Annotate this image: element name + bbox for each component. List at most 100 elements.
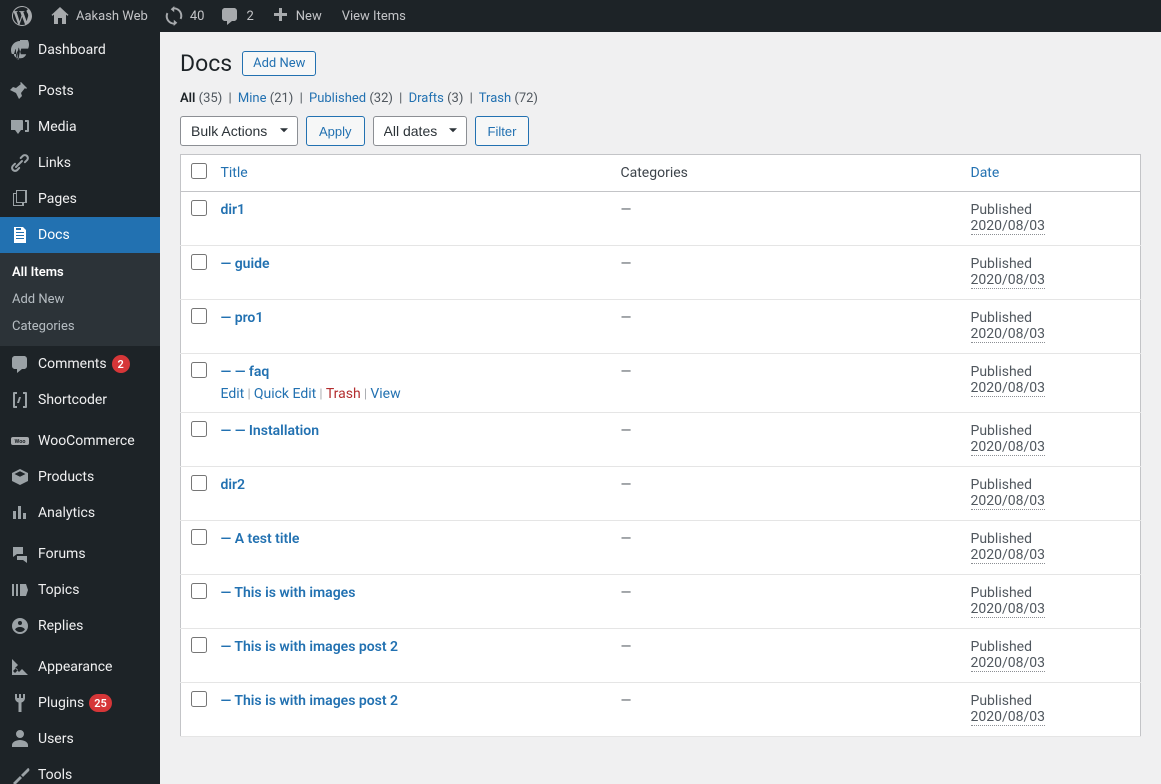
row-checkbox[interactable] bbox=[191, 691, 207, 707]
sidebar-item-replies[interactable]: Replies bbox=[0, 608, 160, 644]
row-categories: — bbox=[611, 521, 961, 575]
home-icon bbox=[50, 6, 70, 26]
row-checkbox[interactable] bbox=[191, 200, 207, 216]
row-title-link[interactable]: — This is with images bbox=[221, 585, 356, 601]
table-row: — A test title—Published2020/08/03 bbox=[181, 521, 1141, 575]
filter-published[interactable]: Published bbox=[309, 91, 366, 106]
quick-edit-link[interactable]: Quick Edit bbox=[254, 386, 316, 402]
filter-drafts[interactable]: Drafts bbox=[409, 91, 444, 106]
sidebar-label: Dashboard bbox=[38, 42, 106, 58]
row-checkbox[interactable] bbox=[191, 529, 207, 545]
row-date: 2020/08/03 bbox=[971, 272, 1046, 289]
edit-link[interactable]: Edit bbox=[221, 386, 245, 402]
view-link[interactable]: View bbox=[370, 386, 400, 402]
submenu-categories[interactable]: Categories bbox=[0, 313, 160, 340]
apply-button[interactable]: Apply bbox=[306, 116, 365, 146]
comments-badge: 2 bbox=[112, 355, 130, 373]
wp-logo[interactable] bbox=[4, 0, 42, 32]
sidebar-item-links[interactable]: Links bbox=[0, 145, 160, 181]
sidebar-item-appearance[interactable]: Appearance bbox=[0, 649, 160, 685]
filter-trash[interactable]: Trash bbox=[479, 91, 511, 106]
column-date[interactable]: Date bbox=[971, 165, 1000, 181]
row-checkbox[interactable] bbox=[191, 362, 207, 378]
filter-all[interactable]: All bbox=[180, 91, 195, 106]
sidebar-item-posts[interactable]: Posts bbox=[0, 73, 160, 109]
view-items[interactable]: View Items bbox=[330, 0, 414, 32]
row-date: 2020/08/03 bbox=[971, 601, 1046, 618]
select-all-checkbox[interactable] bbox=[191, 163, 207, 179]
updates-link[interactable]: 40 bbox=[156, 0, 213, 32]
sidebar-item-pages[interactable]: Pages bbox=[0, 181, 160, 217]
dashboard-icon bbox=[10, 40, 30, 60]
row-checkbox[interactable] bbox=[191, 637, 207, 653]
posts-table: Title Categories Date dir1 — Published 2020… bbox=[180, 154, 1141, 737]
comments-link[interactable]: 2 bbox=[212, 0, 261, 32]
filter-mine[interactable]: Mine bbox=[238, 91, 267, 106]
column-title[interactable]: Title bbox=[221, 165, 248, 181]
docs-icon bbox=[10, 225, 30, 245]
sidebar-label: Forums bbox=[38, 546, 86, 562]
sidebar-item-topics[interactable]: Topics bbox=[0, 572, 160, 608]
row-categories: — bbox=[611, 354, 961, 413]
row-title-link[interactable]: dir2 bbox=[221, 477, 246, 493]
row-title-link[interactable]: — This is with images post 2 bbox=[221, 693, 399, 709]
row-checkbox[interactable] bbox=[191, 421, 207, 437]
sidebar-item-users[interactable]: Users bbox=[0, 721, 160, 757]
row-categories: — bbox=[611, 246, 961, 300]
sidebar-item-plugins[interactable]: Plugins 25 bbox=[0, 685, 160, 721]
row-title-link[interactable]: — A test title bbox=[221, 531, 300, 547]
column-categories: Categories bbox=[611, 155, 961, 192]
sidebar-item-woocommerce[interactable]: Woo WooCommerce bbox=[0, 423, 160, 459]
filter-button[interactable]: Filter bbox=[475, 116, 530, 146]
sidebar-item-dashboard[interactable]: Dashboard bbox=[0, 32, 160, 68]
row-categories: — bbox=[611, 575, 961, 629]
row-title-link[interactable]: — This is with images post 2 bbox=[221, 639, 399, 655]
row-title-link[interactable]: — — Installation bbox=[221, 423, 320, 439]
row-checkbox[interactable] bbox=[191, 583, 207, 599]
row-status: Published bbox=[971, 477, 1032, 493]
add-new-button[interactable]: Add New bbox=[242, 51, 316, 76]
row-checkbox[interactable] bbox=[191, 475, 207, 491]
sidebar-item-comments[interactable]: Comments 2 bbox=[0, 346, 160, 382]
separator: | bbox=[297, 91, 306, 106]
row-categories: — bbox=[611, 413, 961, 467]
row-date: 2020/08/03 bbox=[971, 218, 1046, 235]
row-checkbox[interactable] bbox=[191, 254, 207, 270]
products-icon bbox=[10, 467, 30, 487]
row-title-link[interactable]: — — faq bbox=[221, 364, 270, 380]
dates-select[interactable]: All dates bbox=[373, 116, 467, 146]
submenu-add-new[interactable]: Add New bbox=[0, 286, 160, 313]
new-link[interactable]: New bbox=[262, 0, 330, 32]
sidebar-item-forums[interactable]: Forums bbox=[0, 536, 160, 572]
bulk-actions-select[interactable]: Bulk Actions bbox=[180, 116, 298, 146]
sidebar-label: Users bbox=[38, 731, 74, 747]
site-link[interactable]: Aakash Web bbox=[42, 0, 156, 32]
row-title-link[interactable]: — pro1 bbox=[221, 310, 264, 326]
svg-text:Woo: Woo bbox=[15, 439, 26, 445]
table-row: dir2—Published2020/08/03 bbox=[181, 467, 1141, 521]
sidebar-item-products[interactable]: Products bbox=[0, 459, 160, 495]
admin-sidebar: Dashboard Posts Media Links Pages Docs A… bbox=[0, 32, 160, 784]
row-title-link[interactable]: — guide bbox=[221, 256, 270, 272]
table-row: — — faq Edit | Quick Edit | Trash | View —… bbox=[181, 354, 1141, 413]
separator: | bbox=[467, 91, 476, 106]
sidebar-item-analytics[interactable]: Analytics bbox=[0, 495, 160, 531]
admin-bar: Aakash Web 40 2 New View Items bbox=[0, 0, 1161, 32]
site-name: Aakash Web bbox=[72, 9, 148, 24]
sidebar-item-docs[interactable]: Docs bbox=[0, 217, 160, 253]
sidebar-label: Media bbox=[38, 119, 77, 135]
sidebar-item-tools[interactable]: Tools bbox=[0, 757, 160, 784]
submenu-all-items[interactable]: All Items bbox=[0, 259, 160, 286]
sidebar-label: Analytics bbox=[38, 505, 95, 521]
row-actions: Edit | Quick Edit | Trash | View bbox=[221, 386, 601, 402]
row-checkbox[interactable] bbox=[191, 308, 207, 324]
sidebar-label: Plugins bbox=[38, 695, 84, 711]
sidebar-item-media[interactable]: Media bbox=[0, 109, 160, 145]
sidebar-item-shortcoder[interactable]: Shortcoder bbox=[0, 382, 160, 418]
row-status: Published bbox=[971, 531, 1032, 547]
row-status: Published bbox=[971, 639, 1032, 655]
row-title-link[interactable]: dir1 bbox=[221, 202, 246, 218]
trash-link[interactable]: Trash bbox=[326, 386, 361, 402]
sidebar-label: Tools bbox=[38, 767, 72, 783]
topics-icon bbox=[10, 580, 30, 600]
